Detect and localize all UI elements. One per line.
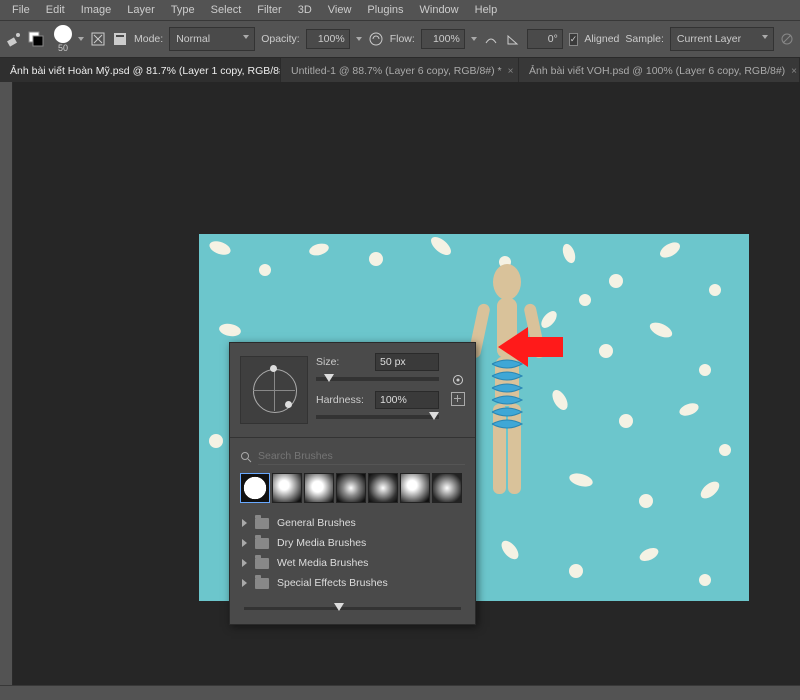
search-icon	[240, 451, 252, 463]
folder-label: General Brushes	[277, 517, 356, 529]
sample-dropdown[interactable]: Current Layer	[670, 27, 774, 51]
hardness-input[interactable]: 100%	[375, 391, 439, 409]
workspace: Size: 50 px Hardness: 100%	[0, 82, 800, 686]
canvas-area[interactable]: Size: 50 px Hardness: 100%	[13, 82, 800, 686]
size-slider[interactable]	[316, 377, 439, 381]
brush-thumbnails	[240, 473, 465, 503]
flow-label: Flow:	[390, 33, 415, 45]
fg-bg-swatch[interactable]	[28, 28, 44, 50]
brush-size-readout: 50	[58, 43, 68, 53]
close-icon[interactable]: ×	[508, 66, 514, 77]
size-label: Size:	[316, 356, 339, 368]
menu-select[interactable]: Select	[203, 2, 250, 18]
aligned-label: Aligned	[584, 33, 619, 45]
menu-view[interactable]: View	[320, 2, 360, 18]
brush-preset-popup: Size: 50 px Hardness: 100%	[229, 342, 476, 625]
brush-thumb[interactable]	[400, 473, 430, 503]
document-tabs: Ảnh bài viết Hoàn Mỹ.psd @ 81.7% (Layer …	[0, 58, 800, 85]
brush-thumb[interactable]	[304, 473, 334, 503]
mannequin-figure	[467, 264, 547, 584]
chevron-right-icon	[242, 559, 247, 567]
hardness-slider[interactable]	[316, 415, 439, 419]
folder-icon	[255, 518, 269, 529]
menu-type[interactable]: Type	[163, 2, 203, 18]
tab-label: Ảnh bài viết VOH.psd @ 100% (Layer 6 cop…	[529, 65, 785, 77]
search-brushes-input[interactable]	[258, 448, 465, 465]
document-tab[interactable]: Ảnh bài viết Hoàn Mỹ.psd @ 81.7% (Layer …	[0, 58, 281, 84]
status-bar	[0, 685, 800, 700]
menu-plugins[interactable]: Plugins	[359, 2, 411, 18]
chevron-right-icon	[242, 579, 247, 587]
brush-folder[interactable]: Wet Media Brushes	[240, 553, 465, 573]
menu-file[interactable]: File	[4, 2, 38, 18]
tab-label: Ảnh bài viết Hoàn Mỹ.psd @ 81.7% (Layer …	[10, 65, 281, 77]
chevron-down-icon[interactable]	[356, 37, 362, 41]
chevron-right-icon	[242, 519, 247, 527]
brush-preview-dot	[54, 25, 72, 43]
chevron-down-icon[interactable]	[471, 37, 477, 41]
menu-window[interactable]: Window	[412, 2, 467, 18]
folder-icon	[255, 558, 269, 569]
options-bar: 50 Mode: Normal Opacity: 100% Flow: 100%…	[0, 21, 800, 58]
brush-panel-icon[interactable]	[112, 28, 128, 50]
brush-folder[interactable]: Dry Media Brushes	[240, 533, 465, 553]
chevron-right-icon	[242, 539, 247, 547]
brush-tip-preview[interactable]	[240, 356, 308, 424]
folder-label: Special Effects Brushes	[277, 577, 388, 589]
mode-dropdown[interactable]: Normal	[169, 27, 255, 51]
menu-edit[interactable]: Edit	[38, 2, 73, 18]
tool-column[interactable]	[0, 82, 13, 686]
mode-label: Mode:	[134, 33, 163, 45]
flow-input[interactable]: 100%	[421, 29, 465, 49]
opacity-input[interactable]: 100%	[306, 29, 350, 49]
folder-label: Wet Media Brushes	[277, 557, 368, 569]
gear-icon[interactable]	[452, 374, 464, 386]
thumbnail-size-slider[interactable]	[244, 607, 461, 610]
brush-thumb[interactable]	[368, 473, 398, 503]
hardness-label: Hardness:	[316, 394, 364, 406]
brush-thumb[interactable]	[432, 473, 462, 503]
menu-filter[interactable]: Filter	[249, 2, 289, 18]
folder-icon	[255, 578, 269, 589]
airbrush-icon[interactable]	[483, 28, 499, 50]
sample-label: Sample:	[625, 33, 664, 45]
menu-3d[interactable]: 3D	[290, 2, 320, 18]
brush-preset-picker[interactable]: 50	[54, 25, 72, 53]
opacity-label: Opacity:	[261, 33, 300, 45]
brush-settings-icon[interactable]	[90, 28, 106, 50]
close-icon[interactable]: ×	[791, 66, 797, 77]
size-input[interactable]: 50 px	[375, 353, 439, 371]
folder-label: Dry Media Brushes	[277, 537, 366, 549]
pressure-opacity-icon[interactable]	[368, 28, 384, 50]
angle-icon[interactable]	[505, 28, 521, 50]
document-tab[interactable]: Ảnh bài viết VOH.psd @ 100% (Layer 6 cop…	[519, 58, 800, 84]
menu-image[interactable]: Image	[73, 2, 120, 18]
tool-icon[interactable]	[6, 28, 22, 50]
menu-layer[interactable]: Layer	[119, 2, 163, 18]
menu-bar: File Edit Image Layer Type Select Filter…	[0, 0, 800, 21]
new-preset-icon[interactable]	[451, 392, 465, 406]
menu-help[interactable]: Help	[467, 2, 506, 18]
tab-label: Untitled-1 @ 88.7% (Layer 6 copy, RGB/8#…	[291, 65, 502, 77]
chevron-down-icon[interactable]	[78, 37, 84, 41]
brush-thumb[interactable]	[272, 473, 302, 503]
brush-folder[interactable]: General Brushes	[240, 513, 465, 533]
brush-thumb[interactable]	[240, 473, 270, 503]
document-tab[interactable]: Untitled-1 @ 88.7% (Layer 6 copy, RGB/8#…	[281, 58, 519, 84]
ignore-adjustment-icon[interactable]	[780, 28, 794, 50]
angle-input[interactable]: 0°	[527, 29, 563, 49]
brush-folder[interactable]: Special Effects Brushes	[240, 573, 465, 593]
brush-thumb[interactable]	[336, 473, 366, 503]
aligned-checkbox[interactable]: ✓	[569, 33, 579, 46]
folder-icon	[255, 538, 269, 549]
